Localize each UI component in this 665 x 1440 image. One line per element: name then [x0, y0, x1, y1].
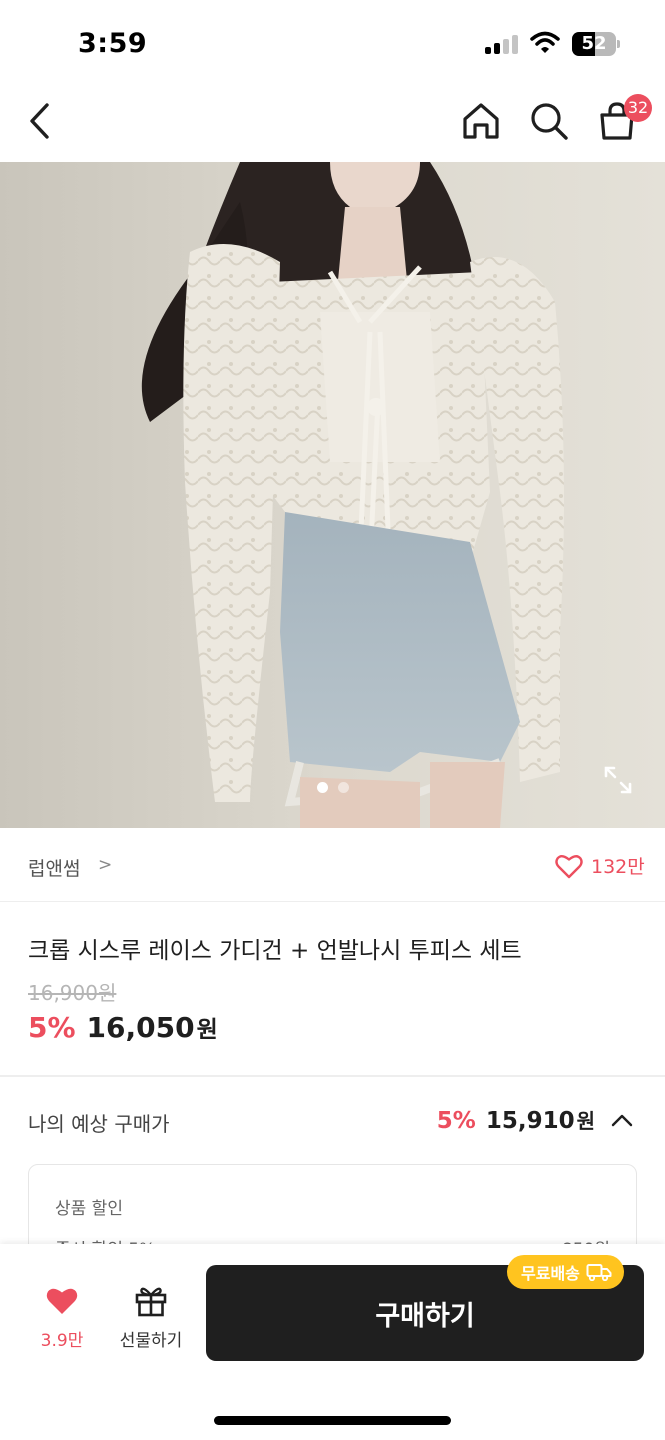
expected-price-label: 나의 예상 구매가 [28, 1112, 170, 1136]
gift-button[interactable]: 선물하기 [110, 1282, 192, 1352]
battery-level: 52 [581, 33, 607, 54]
brand-link[interactable]: 럽앤썸 [28, 854, 80, 881]
free-shipping-badge: 무료배송 [507, 1255, 624, 1289]
carousel-dot[interactable] [316, 782, 328, 793]
expected-discount-rate: 5% [436, 1108, 476, 1134]
search-button[interactable] [526, 98, 572, 144]
brand-like-count: 132만 [591, 856, 645, 878]
discount-rate: 5% [28, 1011, 76, 1044]
product-title: 크롭 시스루 레이스 가디건 + 언발나시 투피스 세트 [28, 938, 522, 964]
original-price: 16,900원 [28, 981, 117, 1005]
expected-price-value: 5% 15,910 원 [437, 1105, 633, 1134]
cellular-signal-icon [485, 34, 519, 54]
expected-currency: 원 [576, 1109, 595, 1133]
discount-detail-title: 상품 할인 [55, 1199, 123, 1219]
status-time: 3:59 [78, 28, 148, 59]
chevron-up-icon [611, 1114, 633, 1126]
expected-price-toggle[interactable]: 나의 예상 구매가 5% 15,910 원 [0, 1077, 665, 1161]
bottom-action-bar: 3.9만 선물하기 구매하기 무료배송 [0, 1244, 665, 1440]
brand-row: 럽앤썸 > 132만 [0, 828, 665, 902]
gift-icon [135, 1287, 167, 1317]
wishlist-button[interactable]: 3.9만 [24, 1282, 100, 1352]
product-photo [0, 162, 665, 828]
expand-icon [604, 766, 632, 794]
home-button[interactable] [458, 98, 504, 144]
carousel-dot[interactable] [337, 782, 349, 793]
truck-icon [586, 1264, 612, 1281]
carousel-indicator [0, 782, 665, 796]
currency-unit: 원 [196, 1017, 218, 1043]
wifi-icon [530, 31, 560, 59]
wishlist-count: 3.9만 [40, 1331, 84, 1351]
heart-outline-icon [555, 854, 583, 878]
product-image-carousel[interactable] [0, 162, 665, 828]
search-icon [531, 103, 568, 140]
home-indicator [214, 1416, 451, 1425]
free-shipping-label: 무료배송 [521, 1264, 580, 1283]
status-bar: 3:59 52 [0, 0, 665, 80]
cart-count-badge: 32 [624, 94, 652, 122]
chevron-right-icon: > [98, 855, 113, 875]
back-button[interactable] [17, 98, 63, 144]
heart-filled-icon [46, 1288, 78, 1314]
chevron-left-icon [30, 103, 49, 139]
top-nav-bar [0, 80, 665, 162]
battery-icon: 52 [572, 32, 620, 56]
expand-button[interactable] [602, 764, 634, 796]
gift-label: 선물하기 [119, 1331, 183, 1351]
expected-price: 15,910 [485, 1108, 575, 1134]
brand-like-button[interactable]: 132만 [555, 852, 645, 879]
home-icon [463, 103, 499, 139]
sale-price-row: 5% 16,050 원 [28, 1010, 218, 1044]
sale-price: 16,050 [86, 1011, 195, 1044]
